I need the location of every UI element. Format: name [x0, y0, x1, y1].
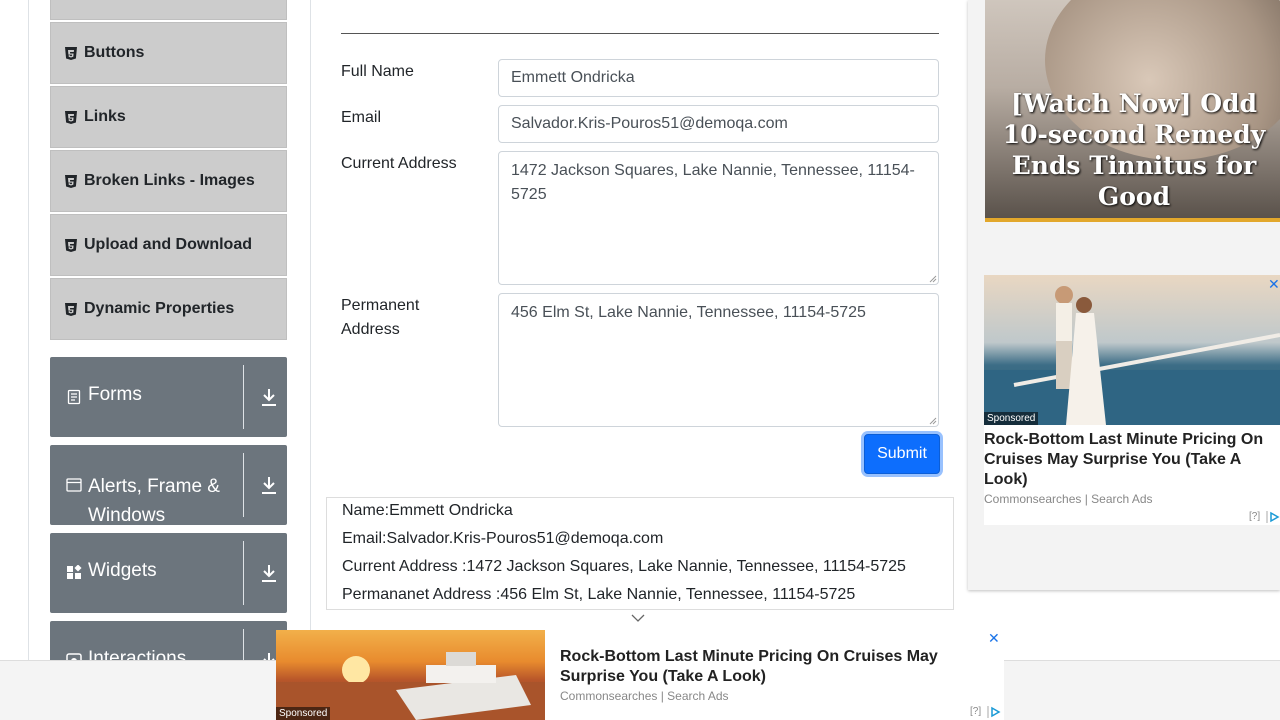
permanent-address-label-line2: Address [341, 321, 400, 338]
sidebar-group-forms[interactable]: Forms [50, 357, 287, 437]
ad-hero-headline: [Watch Now] Odd 10-second Remedy Ends Ti… [1002, 89, 1266, 211]
download-icon[interactable] [260, 387, 278, 407]
resize-handle-icon[interactable] [929, 417, 937, 425]
content-border [310, 0, 311, 660]
divider [243, 365, 244, 429]
email-label: Email [341, 109, 382, 126]
form-divider [341, 33, 939, 34]
email-input[interactable]: Salvador.Kris-Pouros51@demoqa.com [498, 105, 939, 143]
current-address-label: Current Address [341, 155, 457, 172]
permanent-address-label: Permanent Address [341, 294, 419, 342]
sidebar-item-label: Broken Links - Images [84, 172, 255, 189]
full-name-input[interactable]: Emmett Ondricka [498, 59, 939, 97]
resize-handle-icon[interactable] [929, 275, 937, 283]
permanent-address-text: 456 Elm St, Lake Nannie, Tennessee, 1115… [511, 304, 866, 321]
adchoice-label[interactable]: [?] [1249, 511, 1260, 522]
sponsored-tag: Sponsored [984, 412, 1039, 425]
close-icon[interactable]: ✕ [988, 630, 1000, 647]
current-address-textarea[interactable]: 1472 Jackson Squares, Lake Nannie, Tenne… [498, 151, 939, 285]
group-label-line1: Alerts, Frame & [88, 476, 220, 497]
sidebar-group-widgets[interactable]: Widgets [50, 533, 287, 613]
sticky-ad-photo: Sponsored [276, 630, 545, 720]
output-box: Name:Emmett Ondricka Email:Salvador.Kris… [326, 497, 954, 610]
adchoices-icon[interactable] [1266, 511, 1280, 523]
sticky-ad[interactable]: Sponsored Rock-Bottom Last Minute Pricin… [276, 630, 1004, 720]
sidebar-item-links[interactable]: Links [50, 86, 287, 148]
adchoices-icon[interactable] [987, 706, 1001, 718]
ad-card-photo: Sponsored [984, 275, 1280, 425]
group-label: Widgets [88, 560, 157, 581]
ad-hero-banner[interactable]: [Watch Now] Odd 10-second Remedy Ends Ti… [985, 0, 1280, 222]
group-label-line2: Windows [88, 505, 166, 525]
html5-icon [65, 302, 77, 316]
html5-icon [65, 46, 77, 60]
group-label: Forms [88, 384, 142, 405]
page: Buttons Links Broken Links - Images Uplo… [0, 0, 1280, 720]
sidebar-item-upload-download[interactable]: Upload and Download [50, 214, 287, 276]
divider [243, 541, 244, 605]
sticky-ad-title[interactable]: Rock-Bottom Last Minute Pricing On Cruis… [560, 647, 980, 687]
sidebar-item-label: Links [84, 108, 126, 125]
sidebar-group-alerts[interactable]: Alerts, Frame & Windows [50, 445, 287, 525]
output-name: Name:Emmett Ondricka [342, 502, 513, 519]
sidebar-item-buttons[interactable]: Buttons [50, 22, 287, 84]
chevron-down-icon[interactable] [631, 612, 645, 624]
document-icon [67, 389, 81, 405]
group-label: Alerts, Frame & Windows [88, 472, 220, 525]
output-permanent-address: Permananet Address :456 Elm St, Lake Nan… [342, 586, 856, 603]
cruise-couple-image [984, 286, 1280, 425]
close-icon[interactable]: ✕ [1268, 276, 1280, 293]
html5-icon [65, 238, 77, 252]
submit-button[interactable]: Submit [864, 434, 940, 474]
widgets-icon [67, 565, 82, 579]
html5-icon [65, 174, 77, 188]
sidebar-item-label: Buttons [84, 44, 145, 61]
divider [243, 453, 244, 517]
sidebar-item-label: Dynamic Properties [84, 300, 235, 317]
ad-card-title[interactable]: Rock-Bottom Last Minute Pricing On Cruis… [984, 430, 1274, 490]
sidebar-item-label: Upload and Download [84, 236, 252, 253]
sidebar-border [28, 0, 29, 660]
ad-card-source[interactable]: Commonsearches | Search Ads [984, 492, 1153, 506]
permanent-address-label-line1: Permanent [341, 297, 420, 314]
current-address-text: 1472 Jackson Squares, Lake Nannie, Tenne… [511, 162, 915, 203]
sidebar-item-broken-links[interactable]: Broken Links - Images [50, 150, 287, 212]
ad-card[interactable]: Sponsored Rock-Bottom Last Minute Pricin… [984, 275, 1280, 525]
html5-icon [65, 110, 77, 124]
adchoice-label[interactable]: [?] [970, 706, 981, 717]
output-current-address: Current Address :1472 Jackson Squares, L… [342, 558, 906, 575]
download-icon[interactable] [260, 563, 278, 583]
sidebar-subitem-partial[interactable] [50, 0, 287, 20]
permanent-address-textarea[interactable]: 456 Elm St, Lake Nannie, Tennessee, 1115… [498, 293, 939, 427]
window-icon [66, 478, 82, 492]
full-name-label: Full Name [341, 63, 414, 80]
sidebar-item-dynamic-properties[interactable]: Dynamic Properties [50, 278, 287, 340]
sponsored-tag: Sponsored [276, 707, 331, 720]
output-email: Email:Salvador.Kris-Pouros51@demoqa.com [342, 530, 664, 547]
sticky-ad-source[interactable]: Commonsearches | Search Ads [560, 689, 729, 703]
download-icon[interactable] [260, 475, 278, 495]
